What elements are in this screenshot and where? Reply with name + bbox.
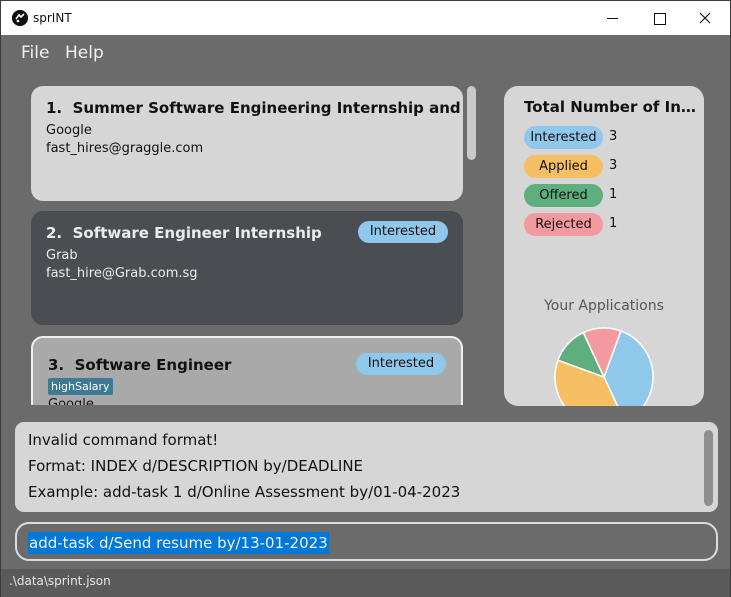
- card-index: 2.: [46, 224, 63, 242]
- stat-label-offered: Offered: [524, 184, 603, 207]
- applications-pie-chart: [554, 327, 654, 406]
- stat-count-interested: 3: [609, 129, 618, 144]
- application-list[interactable]: 1. Summer Software Engineering Internshi…: [23, 79, 481, 405]
- card-title: 3. Software Engineer: [48, 356, 231, 374]
- command-input[interactable]: add-task d/Send resume by/13-01-2023: [15, 522, 718, 561]
- card-company: Google: [48, 397, 94, 405]
- command-input-text[interactable]: add-task d/Send resume by/13-01-2023: [28, 532, 329, 554]
- stat-label-rejected: Rejected: [524, 213, 603, 236]
- stats-panel: Total Number of Internships Interested 3…: [504, 86, 704, 406]
- stat-count-applied: 3: [609, 158, 618, 173]
- result-scrollbar[interactable]: [704, 430, 713, 506]
- card-role: Software Engineer Internship: [72, 224, 322, 242]
- card-email: fast_hires@graggle.com: [46, 141, 204, 156]
- card-index: 3.: [48, 356, 65, 374]
- card-company: Google: [46, 123, 92, 138]
- status-badge: Interested: [358, 221, 448, 243]
- stat-count-offered: 1: [609, 187, 618, 202]
- card-email: fast_hire@Grab.com.sg: [46, 266, 198, 281]
- status-bar: .\data\sprint.json: [1, 569, 730, 597]
- window-title: sprINT: [33, 11, 72, 25]
- data-file-path: .\data\sprint.json: [9, 574, 111, 588]
- status-badge: Interested: [356, 353, 446, 375]
- app-window: sprINT File Help 1. Summer Software Engi…: [0, 0, 731, 597]
- stat-label-applied: Applied: [524, 155, 603, 178]
- menu-help[interactable]: Help: [65, 43, 104, 63]
- chart-title: Your Applications: [544, 298, 664, 314]
- app-logo-icon: [12, 10, 28, 26]
- result-display: Invalid command format! Format: INDEX d/…: [15, 422, 718, 512]
- stat-label-interested: Interested: [524, 126, 603, 149]
- result-line: Example: add-task 1 d/Online Assessment …: [28, 483, 461, 501]
- card-title: 2. Software Engineer Internship: [46, 224, 322, 242]
- card-company: Grab: [46, 248, 78, 263]
- menu-bar: File Help: [1, 35, 730, 71]
- card-index: 1.: [46, 99, 63, 117]
- close-icon: [699, 12, 711, 24]
- card-title: 1. Summer Software Engineering Internshi…: [46, 99, 463, 117]
- application-card[interactable]: 2. Software Engineer Internship Interest…: [31, 211, 463, 325]
- application-card-selected[interactable]: 3. Software Engineer Interested highSala…: [31, 336, 463, 405]
- close-button[interactable]: [682, 1, 728, 35]
- maximize-button[interactable]: [636, 1, 682, 35]
- card-role: Software Engineer: [74, 356, 232, 374]
- card-role: Summer Software Engineering Internship a…: [72, 99, 463, 117]
- tag-badge: highSalary: [48, 378, 113, 395]
- minimize-button[interactable]: [590, 1, 636, 35]
- title-bar[interactable]: sprINT: [1, 1, 730, 35]
- application-card[interactable]: 1. Summer Software Engineering Internshi…: [31, 86, 463, 201]
- menu-file[interactable]: File: [21, 43, 49, 63]
- result-line: Format: INDEX d/DESCRIPTION by/DEADLINE: [28, 457, 364, 475]
- stats-title: Total Number of Internships: [524, 98, 699, 116]
- stat-count-rejected: 1: [609, 216, 618, 231]
- result-line: Invalid command format!: [28, 431, 219, 449]
- list-scrollbar[interactable]: [467, 86, 476, 160]
